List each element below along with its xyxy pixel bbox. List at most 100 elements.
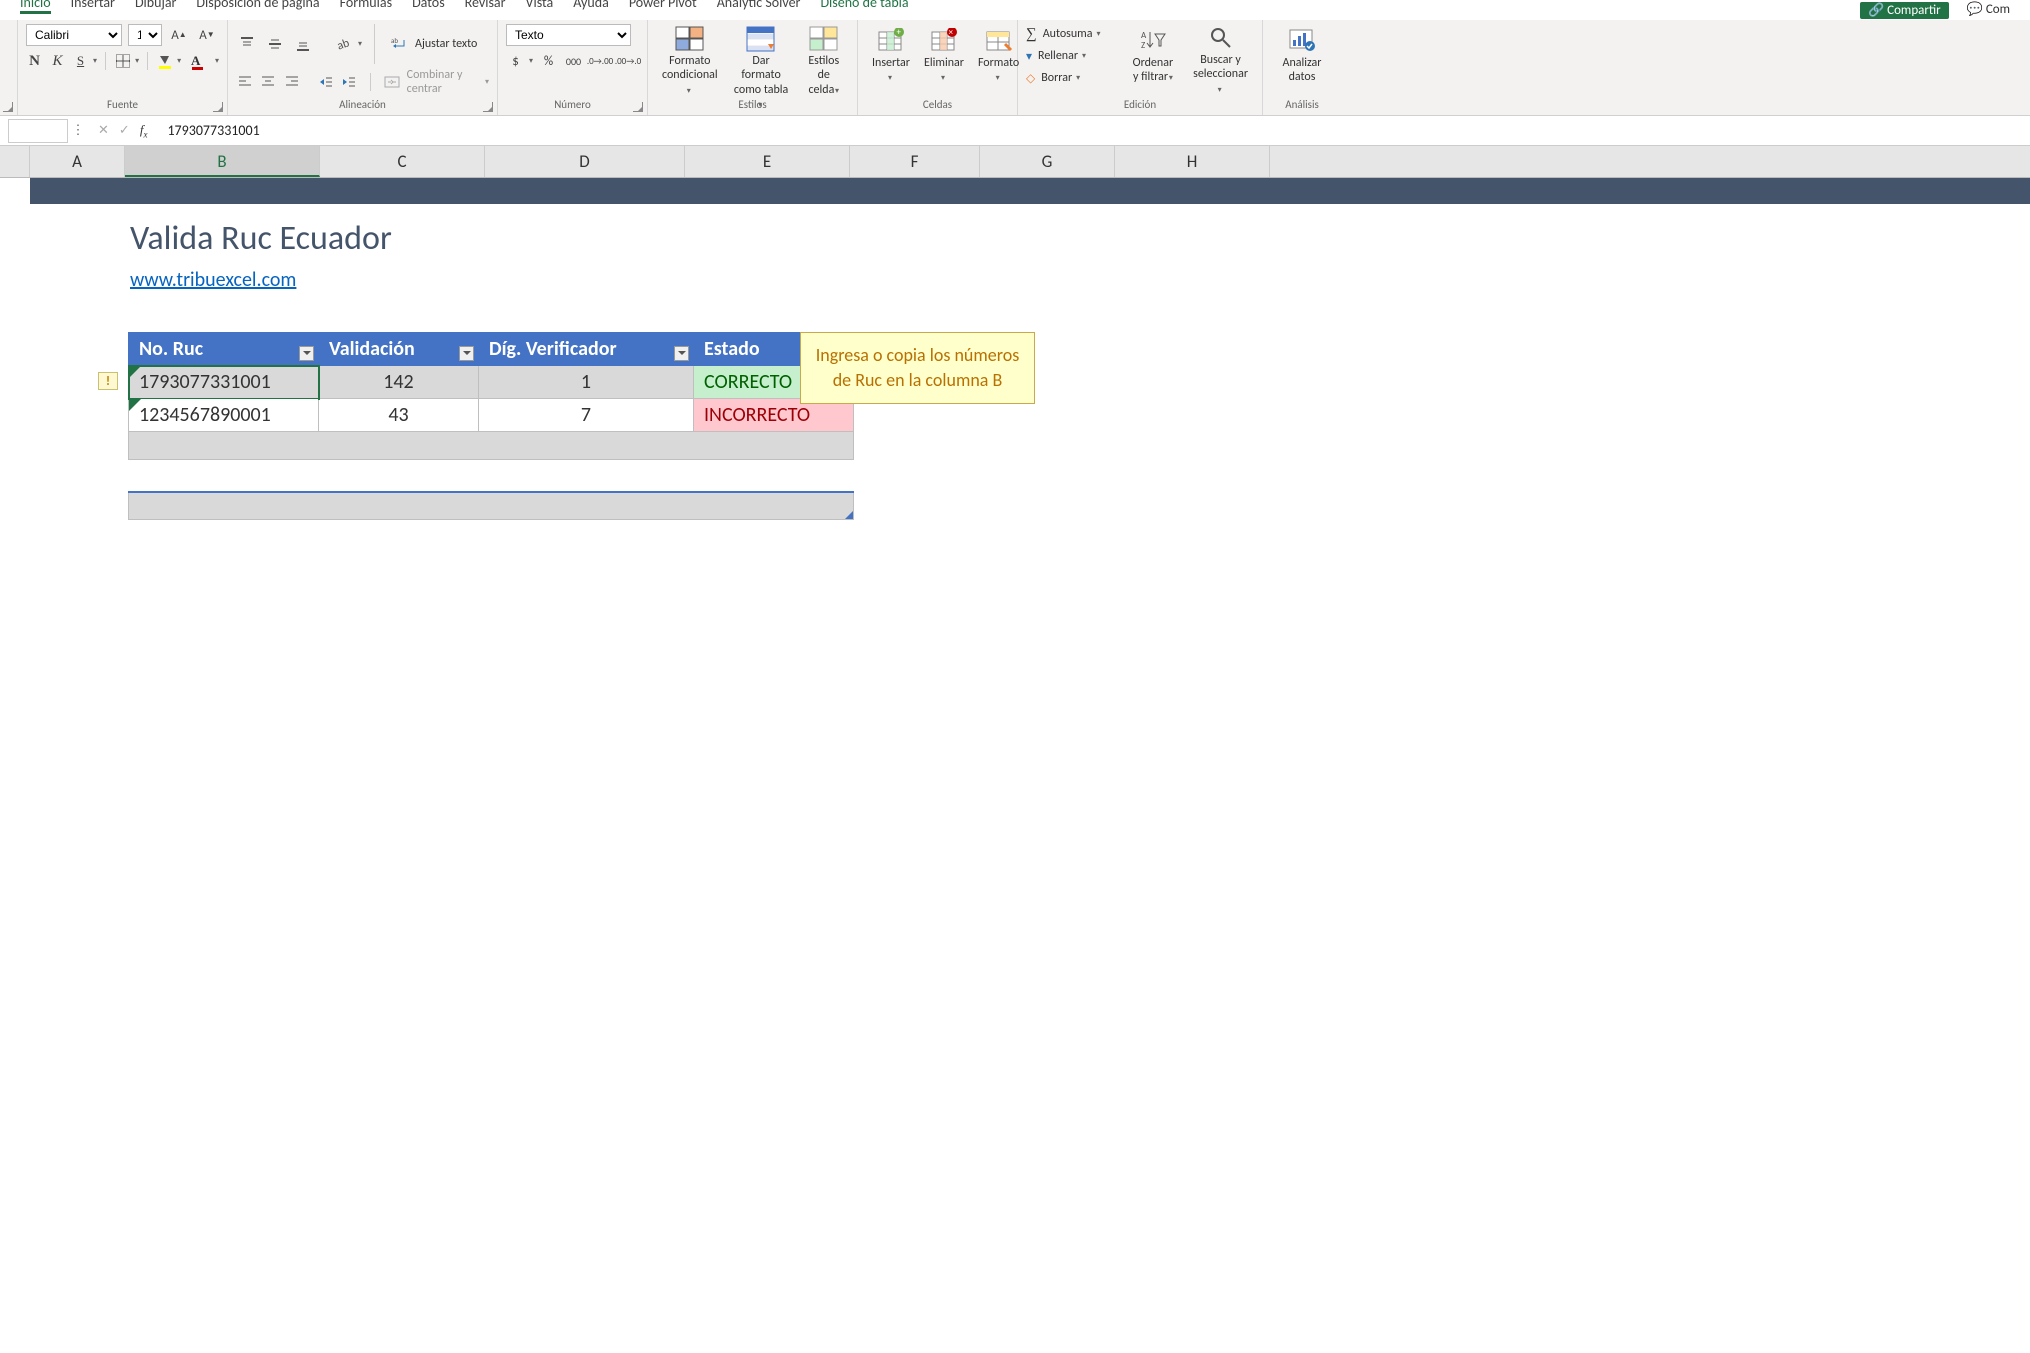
clipboard-launcher-icon[interactable] [3,102,13,112]
col-F[interactable]: F [850,146,980,177]
increase-font-icon[interactable]: A▲ [168,24,190,46]
underline-button[interactable]: S [72,50,89,72]
worksheet[interactable]: Valida Ruc Ecuador www.tribuexcel.com No… [30,178,2030,204]
share-button[interactable]: 🔗 Compartir [1860,2,1949,19]
table-row[interactable]: 1234567890001 43 7 INCORRECTO [129,399,854,432]
dec-decimal-icon[interactable]: .00→.0 [617,50,639,72]
clear-button[interactable]: ◇Borrar ▾ [1026,68,1119,88]
align-group-label: Alineación [228,98,497,111]
decrease-indent-icon[interactable] [317,71,334,93]
table-row[interactable]: 1793077331001 142 1 CORRECTO [129,366,854,399]
underline-drop-icon[interactable]: ▾ [93,56,97,66]
namebox-drop-icon[interactable]: ⋮ [68,123,88,138]
svg-text:Z: Z [1141,40,1145,51]
find-select-button[interactable]: Buscar y seleccionar ▾ [1187,24,1254,98]
delete-cells-button[interactable]: × Eliminar▾ [918,24,970,98]
tab-inicio[interactable]: Inicio [20,0,51,14]
tab-insertar[interactable]: Insertar [71,0,115,11]
inc-decimal-icon[interactable]: .0→.00 [589,50,611,72]
align-bottom-icon[interactable] [292,33,314,55]
col-B[interactable]: B [125,146,320,177]
italic-button[interactable]: K [49,50,66,72]
wrap-text-icon[interactable]: ab [387,33,409,55]
cell-val-1[interactable]: 142 [319,366,479,399]
increase-indent-icon[interactable] [341,71,358,93]
name-box[interactable] [8,119,68,143]
fx-icon[interactable]: fx [140,122,148,140]
cell-dig-1[interactable]: 1 [479,366,694,399]
fill-button[interactable]: ▾Rellenar ▾ [1026,46,1119,66]
col-H[interactable]: H [1115,146,1270,177]
col-G[interactable]: G [980,146,1115,177]
borders-button[interactable] [114,50,131,72]
table-total-row[interactable] [129,492,854,520]
borders-drop-icon[interactable]: ▾ [135,56,139,66]
cell-ruc-1[interactable]: 1793077331001 [129,366,319,399]
fill-drop-icon[interactable]: ▾ [177,56,181,66]
cancel-formula-icon[interactable]: ✕ [98,123,109,138]
tab-formulas[interactable]: Fórmulas [340,0,392,11]
col-C[interactable]: C [320,146,485,177]
col-A[interactable]: A [30,146,125,177]
number-launcher-icon[interactable] [633,102,643,112]
bold-button[interactable]: N [26,50,43,72]
align-launcher-icon[interactable] [483,102,493,112]
font-launcher-icon[interactable] [213,102,223,112]
merge-icon[interactable] [383,71,400,93]
cell-styles-button[interactable]: Estilos de celda ▾ [799,24,849,98]
autosum-button[interactable]: ∑Autosuma ▾ [1026,24,1119,44]
fill-color-button[interactable] [156,50,173,72]
font-name-select[interactable]: Calibri [26,24,122,46]
table-resize-handle-icon[interactable] [845,511,853,519]
align-center-icon[interactable] [259,71,276,93]
enter-formula-icon[interactable]: ✓ [119,123,130,138]
cell-ruc-2[interactable]: 1234567890001 [129,399,319,432]
editing-group-label: Edición [1018,98,1262,111]
error-indicator-icon[interactable] [98,372,118,390]
tab-revisar[interactable]: Revisar [465,0,506,11]
insert-cells-button[interactable]: + Insertar▾ [866,24,916,98]
merge-drop-icon[interactable]: ▾ [485,77,489,87]
wrap-text-button[interactable]: Ajustar texto [415,37,477,51]
sort-filter-icon: AZ [1138,26,1168,54]
tab-datos[interactable]: Datos [412,0,445,11]
tab-dibujar[interactable]: Dibujar [135,0,176,11]
align-top-icon[interactable] [236,33,258,55]
conditional-format-button[interactable]: Formato condicional ▾ [656,24,724,98]
comments-button[interactable]: 💬 Com [1967,2,2010,17]
col-E[interactable]: E [685,146,850,177]
tab-analytic[interactable]: Analytic Solver [717,0,801,11]
orientation-icon[interactable]: ab [332,33,354,55]
align-middle-icon[interactable] [264,33,286,55]
analyze-button[interactable]: Analizar datos [1271,24,1333,98]
orient-drop-icon[interactable]: ▾ [358,39,362,49]
font-size-select[interactable]: 11 [128,24,162,46]
tab-vista[interactable]: Vista [526,0,554,11]
merge-button[interactable]: Combinar y centrar [407,68,481,96]
formula-input[interactable]: 1793077331001 [157,120,2030,141]
cell-dig-2[interactable]: 7 [479,399,694,432]
filter-val-icon[interactable] [459,346,474,361]
tab-disposicion[interactable]: Disposición de página [196,0,319,11]
tab-powerpivot[interactable]: Power Pivot [629,0,697,11]
cell-val-2[interactable]: 43 [319,399,479,432]
align-left-icon[interactable] [236,71,253,93]
number-format-select[interactable]: Texto [506,24,631,46]
fontcolor-drop-icon[interactable]: ▾ [215,56,219,66]
filter-ruc-icon[interactable] [299,346,314,361]
comma-icon[interactable]: 000 [564,50,583,72]
align-right-icon[interactable] [283,71,300,93]
currency-drop-icon[interactable]: ▾ [529,56,533,66]
tab-ayuda[interactable]: Ayuda [573,0,609,11]
currency-icon[interactable]: $ [506,50,525,72]
sort-filter-button[interactable]: AZ Ordenar y filtrar ▾ [1125,24,1181,98]
table-row-empty[interactable] [129,432,854,460]
filter-dig-icon[interactable] [674,346,689,361]
source-link[interactable]: www.tribuexcel.com [130,268,296,292]
format-table-button[interactable]: Dar formato como tabla ▾ [726,24,797,98]
decrease-font-icon[interactable]: A▼ [196,24,218,46]
col-D[interactable]: D [485,146,685,177]
tab-diseno-tabla[interactable]: Diseño de tabla [820,0,908,11]
select-all-corner[interactable] [0,146,30,177]
percent-icon[interactable]: % [539,50,558,72]
